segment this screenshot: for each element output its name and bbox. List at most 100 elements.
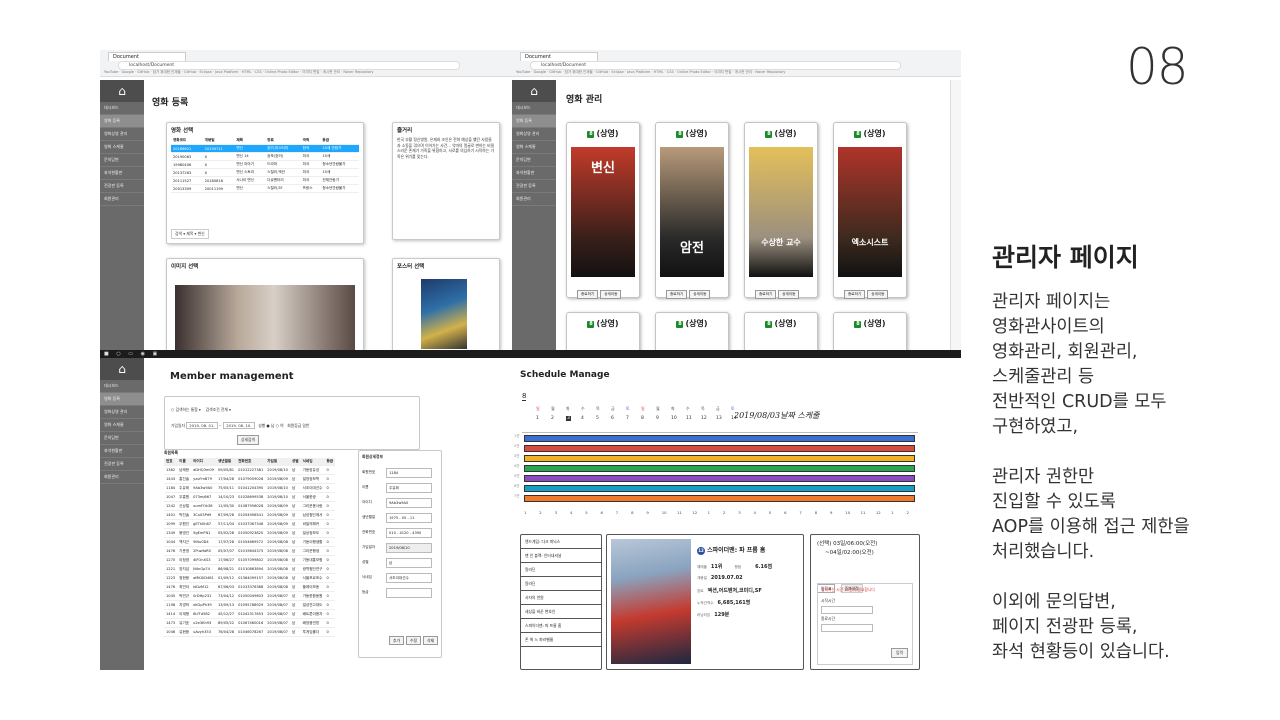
sidebar-item[interactable]: 좌석현황판 bbox=[100, 445, 144, 458]
movie-card[interactable]: 8 (상영) bbox=[566, 312, 640, 350]
calendar-day[interactable]: 7 bbox=[626, 416, 629, 421]
sidebar-item[interactable]: 문의답변 bbox=[512, 154, 556, 167]
calendar-day[interactable]: 4 bbox=[581, 416, 584, 421]
table-row[interactable]: 1223 정현웅 aMKXiD461 01/09/12 01364099157 2019/… bbox=[164, 573, 336, 583]
calendar-day[interactable]: 8 bbox=[641, 416, 644, 421]
calendar-day[interactable]: 13 bbox=[716, 416, 722, 421]
sidebar-item[interactable]: 대시보드 bbox=[100, 102, 144, 115]
detail-button[interactable]: 상세이동 bbox=[600, 290, 622, 299]
schedule-movie-item[interactable]: 맨 인 블랙: 인터내셔널 bbox=[521, 549, 601, 563]
table-row[interactable]: 1044 백지근 9iNu0D4 17/07/28 01054669572 2019/08… bbox=[164, 537, 336, 547]
home-icon[interactable]: ⌂ bbox=[100, 358, 144, 380]
calendar-day[interactable]: 2 bbox=[551, 416, 554, 421]
sidebar-item[interactable]: 영화상영 관리 bbox=[100, 406, 144, 419]
end-screening-button[interactable]: 종료하기 bbox=[666, 290, 688, 299]
plot-text[interactable]: 한국 부활 정신병원, 은재와 조인은 전혀 예상을 했던 사람들과 소동을 겪… bbox=[393, 137, 499, 159]
end-screening-button[interactable]: 종료하기 bbox=[755, 290, 777, 299]
address-bar[interactable]: localhost/Document bbox=[118, 61, 460, 70]
table-row[interactable]: 1349 봉영선 5gEmFN1 05/02/28 01050923820 2019/08… bbox=[164, 528, 336, 538]
detail-value[interactable]: 9Ab3w9A0 bbox=[386, 497, 432, 508]
calendar-day[interactable]: 14 bbox=[731, 416, 737, 421]
schedule-movie-item[interactable]: 알라딘 bbox=[521, 577, 601, 591]
schedule-bar[interactable] bbox=[524, 475, 915, 482]
address-bar[interactable]: localhost/Document bbox=[530, 61, 902, 70]
detail-value[interactable]: 서초이대선수 bbox=[386, 572, 432, 583]
taskbar-icons[interactable]: ■ ○ ▭ ◉ ▣ bbox=[104, 351, 160, 357]
sidebar-item[interactable]: 영화 스케줄 bbox=[512, 141, 556, 154]
sidebar-item[interactable]: 대시보드 bbox=[512, 102, 556, 115]
table-row[interactable]: 1046 유현웅 uAvyh353 76/04/28 01046078267 2019/0… bbox=[164, 627, 336, 637]
sidebar-item[interactable]: 전광판 등록 bbox=[100, 180, 144, 193]
end-time-input[interactable] bbox=[821, 624, 873, 632]
calendar-day[interactable]: 1 bbox=[536, 416, 539, 421]
sidebar-item[interactable]: 전광판 등록 bbox=[100, 458, 144, 471]
movie-card[interactable]: 8 (상영) bbox=[655, 312, 729, 350]
movie-card[interactable]: 8 (상영) 변신 종료하기 상세이동 bbox=[566, 122, 640, 299]
filter-condition[interactable]: ○ 검색하는 통함 ▾ 검색조건 전체 ▾ bbox=[171, 407, 231, 413]
table-row[interactable]: 20186621 20190711 변신 호러,미스터리 한국 15세 관람가 bbox=[171, 144, 359, 153]
detail-value[interactable]: 010 - 4120 - 4390 bbox=[386, 527, 432, 538]
schedule-movie-item[interactable]: 스파이더맨: 파 프롬 홈 bbox=[521, 619, 601, 633]
table-row[interactable]: 1476 기준영 2PuwfaRS 05/07/07 01019844375 2019/0… bbox=[164, 546, 336, 556]
calendar-day[interactable]: 3 bbox=[566, 416, 571, 421]
sidebar-item[interactable]: 문의답변 bbox=[100, 432, 144, 445]
calendar-day[interactable]: 9 bbox=[656, 416, 659, 421]
detail-button[interactable]: 상세이동 bbox=[867, 290, 889, 299]
end-screening-button[interactable]: 종료하기 bbox=[844, 290, 866, 299]
table-row[interactable]: 1221 장지섭 N4nGp74 86/08/21 01010863894 2019/08… bbox=[164, 564, 336, 574]
browser-tab[interactable]: Document bbox=[108, 52, 186, 61]
table-row[interactable]: 1401 박진솔 3Cx03Pd9 67/09/28 01054906541 2019/0… bbox=[164, 510, 336, 520]
table-row[interactable]: 19980406 X 변신 이야기 드라마 미국 청소년관람불가 bbox=[171, 160, 359, 169]
browser-tab[interactable]: Document bbox=[520, 52, 598, 61]
submit-button[interactable]: 입력 bbox=[891, 648, 908, 658]
table-row[interactable]: 1473 유기호 u2e3Kh93 89/05/22 01067460016 2019/0… bbox=[164, 618, 336, 628]
table-row[interactable]: 1443 홍진솔 yzuFmB79 17/04/28 01079059028 2019/0… bbox=[164, 474, 336, 484]
sidebar-item[interactable]: 좌석현황판 bbox=[100, 167, 144, 180]
movie-card[interactable]: 8 (상영) 암전 종료하기 상세이동 bbox=[655, 122, 729, 299]
table-row[interactable]: 1476 최민아 kIDzM12 67/06/03 01033376388 2019/08… bbox=[164, 582, 336, 592]
table-row[interactable]: 20013309 20011199 변신 스릴러,SF 프랑스 청소년관람불가 bbox=[171, 184, 359, 193]
home-icon[interactable]: ⌂ bbox=[512, 80, 556, 102]
sidebar-item[interactable]: 영화상영 관리 bbox=[100, 128, 144, 141]
table-row[interactable]: 20137263 X 변신 스토리 스릴러,액션 미국 15세 bbox=[171, 168, 359, 177]
schedule-bar[interactable] bbox=[524, 455, 915, 462]
start-time-input[interactable] bbox=[821, 606, 873, 614]
table-row[interactable]: 1382 남제현 aDHQ3m09 09/05/81 01012227381 2019/0… bbox=[164, 465, 336, 475]
movie-card[interactable]: 8 (상영) bbox=[833, 312, 907, 350]
schedule-movie-item[interactable]: 사자의 연원 bbox=[521, 591, 601, 605]
detail-button[interactable]: 상세이동 bbox=[689, 290, 711, 299]
detail-value[interactable] bbox=[386, 587, 432, 598]
schedule-bar[interactable] bbox=[524, 495, 915, 502]
detail-value[interactable]: 주유희 bbox=[386, 482, 432, 493]
calendar-day[interactable]: 11 bbox=[686, 416, 692, 421]
table-row[interactable]: 1047 우흥원 073mj667 14/10/23 01028699538 2019/0… bbox=[164, 492, 336, 502]
schedule-movie-item[interactable]: 엔드게임: 다크 피닉스 bbox=[521, 535, 601, 549]
detail-value[interactable]: 남 bbox=[386, 557, 432, 568]
detail-button[interactable]: 상세이동 bbox=[778, 290, 800, 299]
schedule-bar[interactable] bbox=[524, 465, 915, 472]
home-icon[interactable]: ⌂ bbox=[100, 80, 144, 102]
schedule-bar[interactable] bbox=[524, 485, 915, 492]
sidebar-item[interactable]: 전광판 등록 bbox=[512, 180, 556, 193]
detail-search-button[interactable]: 상세검색 bbox=[237, 435, 259, 445]
table-row[interactable]: 20111527 20180818 사나이 변신 다큐멘터리 미국 전체관람가 bbox=[171, 176, 359, 185]
table-row[interactable]: 1045 박민규 0rDHp231 73/04/12 01050049603 2019/0… bbox=[164, 591, 336, 601]
table-row[interactable]: 1184 주유희 9Ab3w9A0 75/05/11 01041204390 2019/0… bbox=[164, 483, 336, 493]
calendar-day[interactable]: 12 bbox=[701, 416, 707, 421]
detail-action-button[interactable]: 추가 bbox=[389, 636, 404, 645]
table-row[interactable]: 20190063 X 변신 14 공포(호러) 미국 15세 bbox=[171, 152, 359, 161]
detail-value[interactable]: 1975 - 05 - 11 bbox=[386, 512, 432, 523]
sidebar-item[interactable]: 회원관리 bbox=[512, 193, 556, 206]
sidebar-item[interactable]: 영화상영 관리 bbox=[512, 128, 556, 141]
search-row[interactable]: 검색 ▾ 제목 ▾ 변신 bbox=[171, 229, 209, 239]
sidebar-item[interactable]: 회원관리 bbox=[100, 193, 144, 206]
schedule-movie-item[interactable]: 세상을 바꾼 변호인 bbox=[521, 605, 601, 619]
table-row[interactable]: 1099 우원진 gETk0h87 57/11/04 01037067346 2019/0… bbox=[164, 519, 336, 529]
schedule-movie-item[interactable]: 알라딘 bbox=[521, 563, 601, 577]
sidebar-item[interactable]: 영화 스케줄 bbox=[100, 141, 144, 154]
detail-action-button[interactable]: 수정 bbox=[406, 636, 421, 645]
end-screening-button[interactable]: 종료하기 bbox=[577, 290, 599, 299]
calendar-day[interactable]: 6 bbox=[611, 416, 614, 421]
detail-action-button[interactable]: 삭제 bbox=[423, 636, 438, 645]
schedule-bar[interactable] bbox=[524, 445, 915, 452]
